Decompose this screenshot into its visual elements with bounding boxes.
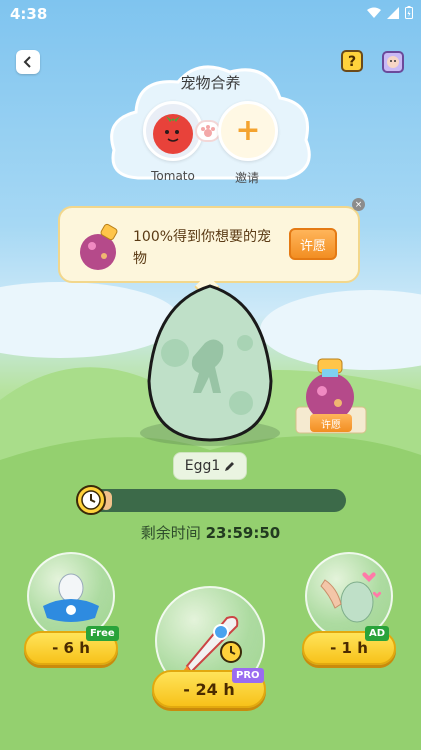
status-time: 4:38 — [10, 5, 48, 23]
remaining-time-label: 剩余时间 — [140, 524, 201, 542]
pencil-icon[interactable] — [224, 461, 235, 472]
wish-button[interactable]: 许愿 — [289, 228, 337, 260]
clock-icon — [76, 485, 106, 515]
ad-badge: AD — [365, 626, 390, 641]
wish-banner-text: 100%得到你想要的宠物 — [133, 229, 272, 267]
wifi-icon — [367, 7, 381, 18]
invite-slot[interactable]: + — [218, 101, 278, 161]
invite-label[interactable]: 邀请 — [207, 169, 287, 186]
egg-name: Egg1 — [184, 458, 221, 474]
pro-badge: PRO — [232, 668, 264, 683]
battery-icon — [405, 6, 413, 19]
remaining-time: 剩余时间 23:59:50 — [0, 522, 421, 543]
tomato-pet-icon — [153, 114, 193, 154]
status-icons — [367, 6, 413, 19]
close-icon[interactable]: × — [352, 198, 365, 211]
free-badge: Free — [86, 626, 119, 641]
side-wish-button[interactable]: 许愿 — [310, 414, 352, 432]
pet-slot-tomato[interactable] — [143, 101, 203, 161]
egg-icon[interactable] — [145, 283, 275, 443]
merge-title: 宠物合养 — [180, 74, 241, 92]
screen: 4:38 ? 宠物合养 + Tomato 邀请 100%得到你想要的宠物 许愿 … — [0, 0, 421, 750]
plus-icon: + — [235, 113, 261, 148]
chevron-left-icon — [23, 56, 31, 68]
svg-text:?: ? — [348, 54, 356, 70]
status-bar: 4:38 — [0, 0, 421, 28]
remaining-time-value: 23:59:50 — [205, 524, 281, 542]
hatch-progress-bar — [90, 489, 346, 512]
wish-potion-icon — [80, 223, 118, 270]
signal-icon — [387, 6, 399, 19]
egg-name-field[interactable]: Egg1 — [173, 452, 247, 480]
back-button[interactable] — [16, 50, 40, 74]
pet-book-button[interactable] — [381, 50, 405, 74]
help-button[interactable]: ? — [341, 50, 363, 72]
pet-label-tomato: Tomato — [151, 169, 195, 183]
